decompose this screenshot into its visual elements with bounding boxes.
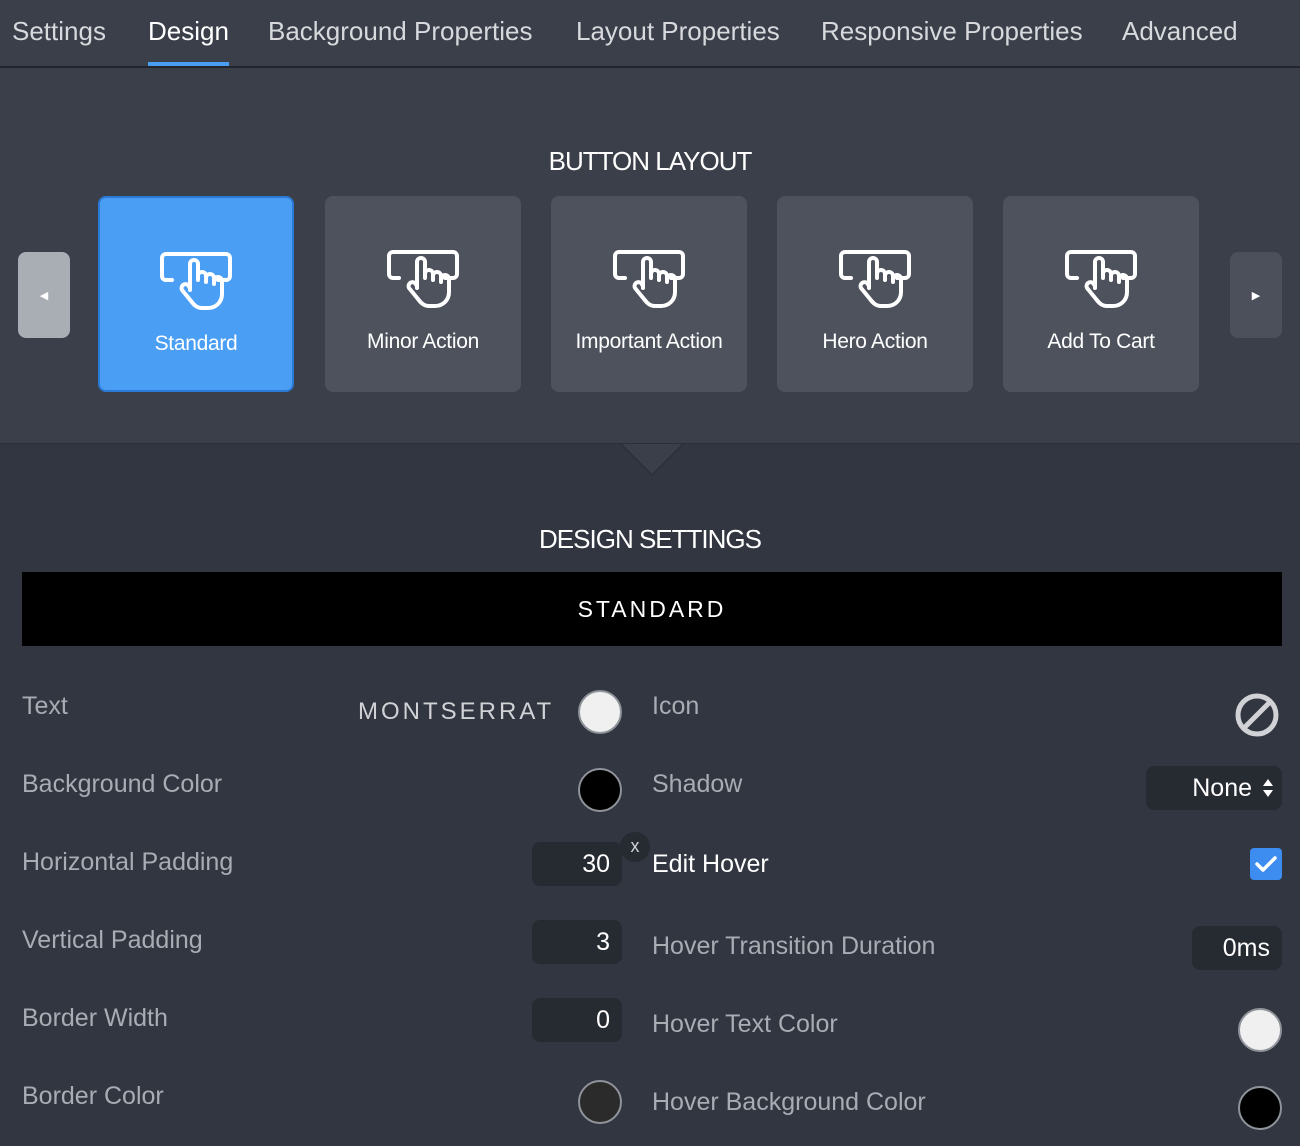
layout-card-minor-action[interactable]: Minor Action <box>325 196 521 392</box>
hover-background-color-label: Hover Background Color <box>652 1088 926 1116</box>
layout-card-label: Standard <box>154 332 238 355</box>
button-layout-title: BUTTON LAYOUT <box>548 146 753 176</box>
vertical-padding-label: Vertical Padding <box>22 926 203 954</box>
border-color-swatch[interactable] <box>578 1080 622 1124</box>
layout-card-label: Important Action <box>575 330 723 353</box>
clear-padding-button[interactable]: x <box>620 832 650 862</box>
text-label: Text <box>22 692 68 720</box>
no-icon[interactable] <box>1234 692 1280 738</box>
tab-layout-properties[interactable]: Layout Properties <box>576 16 780 66</box>
hover-transition-duration-input[interactable]: 0ms <box>1192 926 1282 970</box>
shadow-select[interactable]: None <box>1146 766 1282 810</box>
triangle-left-icon: ◀ <box>39 289 49 302</box>
border-width-label: Border Width <box>22 1004 168 1032</box>
shadow-select-value: None <box>1192 774 1252 802</box>
hover-text-color-swatch[interactable] <box>1238 1008 1282 1052</box>
button-preview-label: STANDARD <box>577 595 727 622</box>
border-color-label: Border Color <box>22 1082 164 1110</box>
section-pointer <box>622 444 682 474</box>
horizontal-padding-input[interactable]: 30 <box>532 842 622 886</box>
select-arrows-icon <box>1263 779 1273 797</box>
edit-hover-label: Edit Hover <box>652 850 769 878</box>
pointer-hand-icon <box>613 250 685 308</box>
tab-background-properties[interactable]: Background Properties <box>268 16 532 66</box>
hover-text-color-label: Hover Text Color <box>652 1010 838 1038</box>
design-settings-title: DESIGN SETTINGS <box>539 524 762 554</box>
layout-card-add-to-cart[interactable]: Add To Cart <box>1003 196 1199 392</box>
pointer-hand-icon <box>160 252 232 310</box>
button-preview: STANDARD <box>22 572 1282 646</box>
carousel-prev-button[interactable]: ◀ <box>18 252 70 338</box>
pointer-hand-icon <box>387 250 459 308</box>
carousel-next-button[interactable]: ▶ <box>1230 252 1282 338</box>
hover-background-color-swatch[interactable] <box>1238 1086 1282 1130</box>
layout-card-hero-action[interactable]: Hero Action <box>777 196 973 392</box>
background-color-swatch[interactable] <box>578 768 622 812</box>
vertical-padding-input[interactable]: 3 <box>532 920 622 964</box>
layout-card-standard[interactable]: Standard <box>98 196 294 392</box>
pointer-hand-icon <box>1065 250 1137 308</box>
triangle-right-icon: ▶ <box>1251 289 1261 302</box>
pointer-hand-icon <box>839 250 911 308</box>
border-width-input[interactable]: 0 <box>532 998 622 1042</box>
layout-card-label: Hero Action <box>822 330 928 353</box>
background-color-label: Background Color <box>22 770 223 798</box>
layout-card-label: Minor Action <box>367 330 479 353</box>
shadow-label: Shadow <box>652 770 743 798</box>
icon-label: Icon <box>652 692 700 720</box>
checkmark-icon <box>1255 856 1277 872</box>
hover-transition-duration-label: Hover Transition Duration <box>652 932 936 960</box>
tab-advanced[interactable]: Advanced <box>1122 16 1238 66</box>
text-color-swatch[interactable] <box>578 690 622 734</box>
tab-bar: Settings Design Background Properties La… <box>0 0 1300 68</box>
tab-design[interactable]: Design <box>148 16 229 66</box>
tab-responsive-properties[interactable]: Responsive Properties <box>821 16 1083 66</box>
edit-hover-checkbox[interactable] <box>1250 848 1282 880</box>
layout-card-label: Add To Cart <box>1047 330 1155 353</box>
font-family-selector[interactable]: MONTSERRAT <box>358 698 554 726</box>
layout-card-important-action[interactable]: Important Action <box>551 196 747 392</box>
tab-settings[interactable]: Settings <box>12 16 106 66</box>
horizontal-padding-label: Horizontal Padding <box>22 848 234 876</box>
